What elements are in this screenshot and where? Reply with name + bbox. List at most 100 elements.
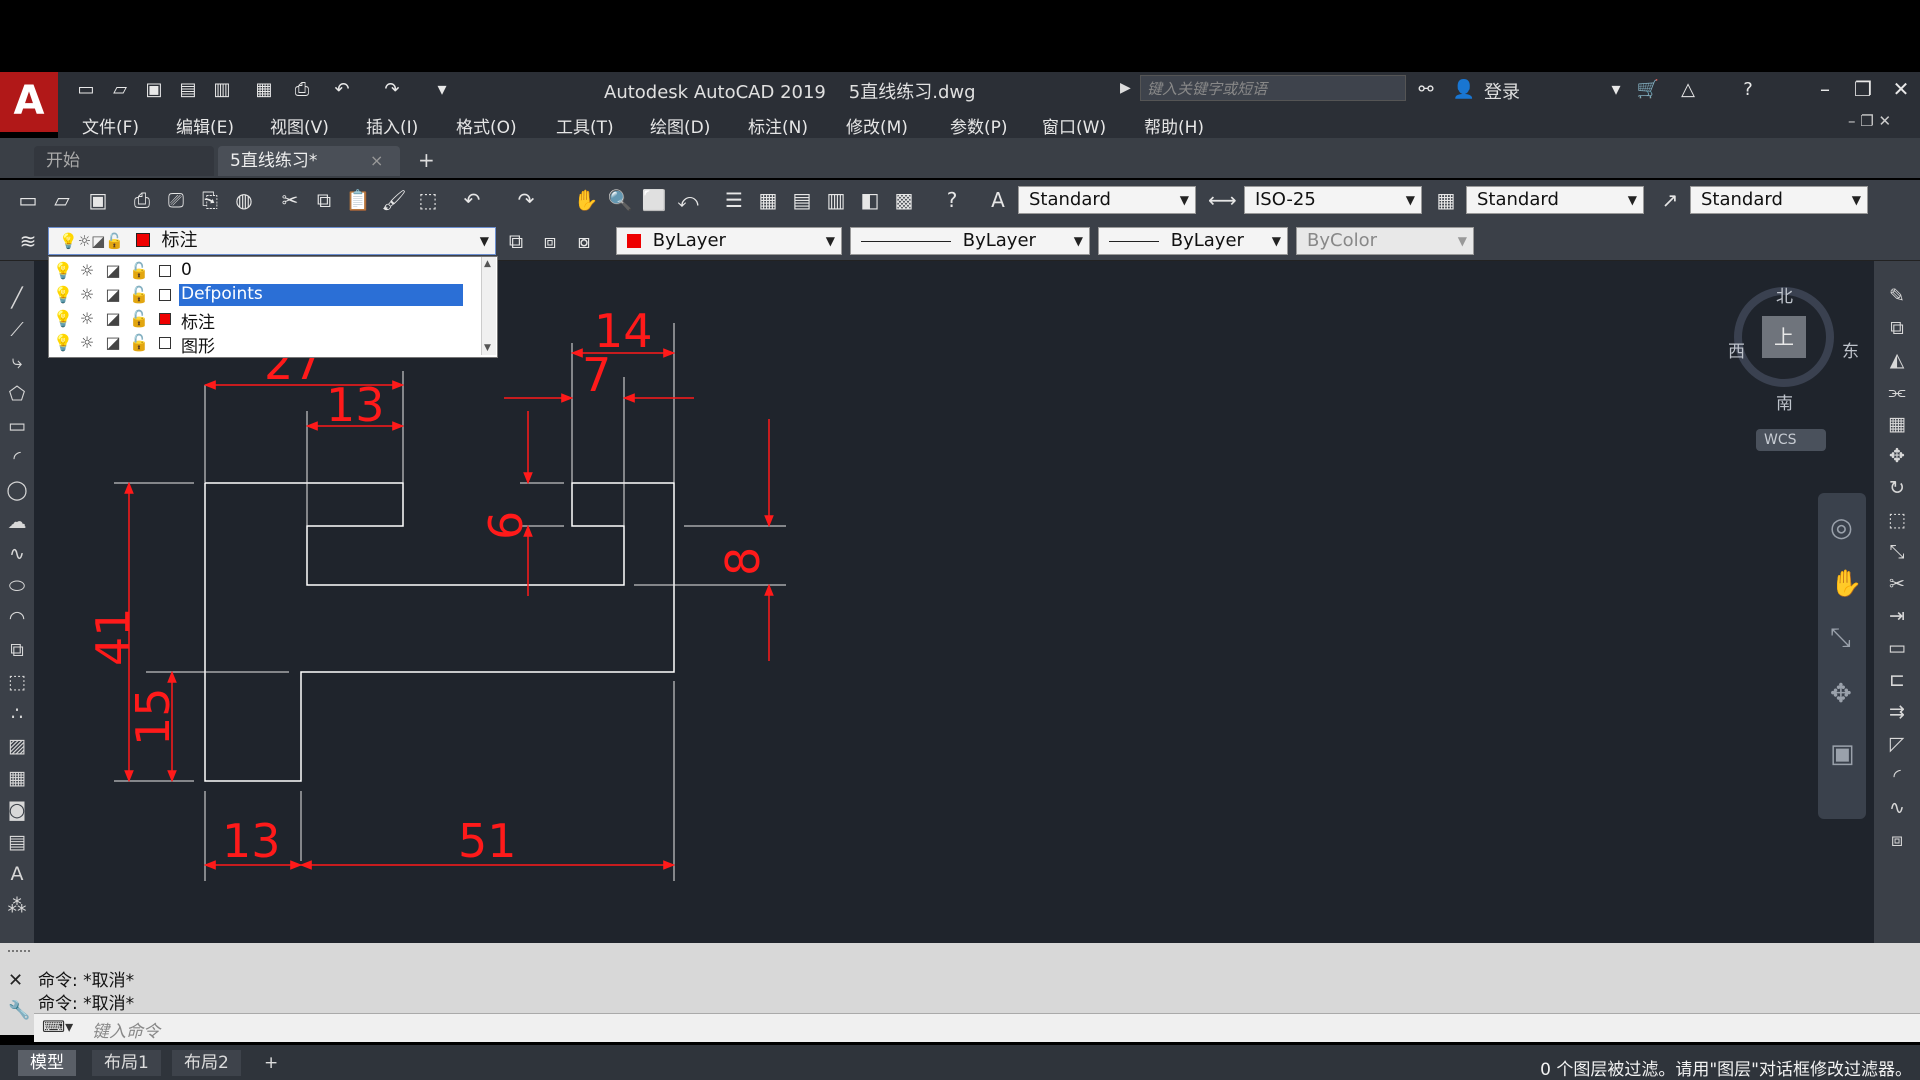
viewport-freeze-icon[interactable]: ◪ <box>103 285 123 305</box>
tab-model[interactable]: 模型 <box>18 1050 76 1076</box>
3d-print-icon[interactable]: ◍ <box>230 186 258 214</box>
array-icon[interactable]: ▦ <box>1882 410 1912 438</box>
lineweight-select[interactable]: ByLayer ▼ <box>1098 227 1288 255</box>
open-icon[interactable]: ▱ <box>48 186 76 214</box>
sun-thaw-icon[interactable]: ☼ <box>77 309 97 329</box>
polygon-icon[interactable]: ⬠ <box>2 380 32 408</box>
pan-icon[interactable]: ✋ <box>572 186 600 214</box>
lightbulb-on-icon[interactable]: 💡 <box>53 261 73 281</box>
menu-file[interactable]: 文件(F) <box>82 113 139 138</box>
unlock-icon[interactable]: 🔓 <box>129 285 149 305</box>
copy-icon[interactable]: ⧉ <box>310 186 338 214</box>
tool-palettes-icon[interactable]: ▤ <box>788 186 816 214</box>
mleader-style-select[interactable]: Standard ▼ <box>1690 186 1868 214</box>
application-menu-button[interactable]: A <box>0 72 58 132</box>
redo-toolbar-icon[interactable]: ↷ <box>512 186 540 214</box>
properties-icon[interactable]: ☰ <box>720 186 748 214</box>
pan-nav-icon[interactable]: ✋ <box>1830 569 1862 599</box>
layer-row-tuxing[interactable]: 💡 ☼ ◪ 🔓 图形 <box>49 331 479 357</box>
layer-properties-icon[interactable]: ≋ <box>14 227 42 255</box>
viewport-freeze-icon[interactable]: ◪ <box>103 309 123 329</box>
zoom-realtime-icon[interactable]: 🔍 <box>606 186 634 214</box>
menu-draw[interactable]: 绘图(D) <box>650 113 710 138</box>
menu-view[interactable]: 视图(V) <box>270 113 329 138</box>
trim-icon[interactable]: ✂ <box>1882 570 1912 598</box>
layer-select[interactable]: 💡☼◪🔓 标注 ▼ <box>48 227 496 255</box>
lightbulb-on-icon[interactable]: 💡 <box>53 333 73 353</box>
menu-insert[interactable]: 插入(I) <box>366 113 418 138</box>
command-input[interactable]: ⌨▾ 键入命令 <box>34 1013 1920 1042</box>
block-editor-icon[interactable]: ⬚ <box>414 186 442 214</box>
spline-icon[interactable]: ∿ <box>2 540 32 568</box>
calculator-icon[interactable]: ▩ <box>890 186 918 214</box>
showmotion-icon[interactable]: ▣ <box>1830 739 1855 769</box>
scale-icon[interactable]: ⬚ <box>1882 506 1912 534</box>
dim-style-select[interactable]: ISO-25 ▼ <box>1244 186 1422 214</box>
viewcube-east[interactable]: 东 <box>1842 337 1859 362</box>
explode-icon[interactable]: ⧈ <box>1882 826 1912 854</box>
blend-curves-icon[interactable]: ∿ <box>1882 794 1912 822</box>
break-icon[interactable]: ⊏ <box>1882 666 1912 694</box>
layer-row-defpoints[interactable]: 💡 ☼ ◪ 🔓 Defpoints <box>49 283 479 307</box>
layer-row-0[interactable]: 💡 ☼ ◪ 🔓 0 <box>49 259 479 283</box>
join-icon[interactable]: ⇉ <box>1882 698 1912 726</box>
multiline-text-icon[interactable]: A <box>2 860 32 888</box>
insert-block-icon[interactable]: ⧉ <box>2 636 32 664</box>
tab-layout2[interactable]: 布局2 <box>172 1050 241 1076</box>
plot-icon[interactable]: ⎙ <box>128 186 156 214</box>
linetype-select[interactable]: ByLayer ▼ <box>850 227 1090 255</box>
point-icon[interactable]: ∴ <box>2 700 32 728</box>
autodesk-a360-icon[interactable]: △ <box>1676 80 1700 100</box>
layer-row-biaozhu[interactable]: 💡 ☼ ◪ 🔓 标注 <box>49 307 479 333</box>
orbit-icon[interactable]: ✥ <box>1830 679 1852 709</box>
menu-window[interactable]: 窗口(W) <box>1042 113 1106 138</box>
viewcube-north[interactable]: 北 <box>1776 282 1793 307</box>
wcs-menu[interactable]: WCS <box>1756 429 1826 451</box>
erase-icon[interactable]: ✎ <box>1882 282 1912 310</box>
menu-tools[interactable]: 工具(T) <box>556 113 614 138</box>
construction-line-icon[interactable]: ⟋ <box>2 316 32 344</box>
close-command-icon[interactable]: ✕ <box>8 970 23 991</box>
cart-icon[interactable]: 🛒 <box>1636 80 1660 100</box>
viewcube-south[interactable]: 南 <box>1776 389 1793 414</box>
design-center-icon[interactable]: ▦ <box>754 186 782 214</box>
color-select[interactable]: ByLayer ▼ <box>616 227 842 255</box>
web-save-icon[interactable]: ▦ <box>252 80 276 100</box>
menu-modify[interactable]: 修改(M) <box>846 113 908 138</box>
line-icon[interactable]: ╱ <box>2 284 32 312</box>
tab-start[interactable]: 开始 <box>34 146 214 176</box>
extend-icon[interactable]: ⇥ <box>1882 602 1912 630</box>
close-button[interactable]: ✕ <box>1886 76 1916 102</box>
viewcube-west[interactable]: 西 <box>1728 337 1745 362</box>
new-file-icon[interactable]: ▭ <box>74 80 98 100</box>
minimize-button[interactable]: – <box>1810 76 1840 102</box>
viewport-freeze-icon[interactable]: ◪ <box>103 333 123 353</box>
binoculars-icon[interactable]: ⚯ <box>1414 80 1438 100</box>
help-toolbar-icon[interactable]: ? <box>938 186 966 214</box>
table-icon[interactable]: ▤ <box>2 828 32 856</box>
menu-edit[interactable]: 编辑(E) <box>176 113 234 138</box>
help-icon[interactable]: ? <box>1736 80 1760 100</box>
make-block-icon[interactable]: ⬚ <box>2 668 32 696</box>
menu-parameters[interactable]: 参数(P) <box>950 113 1008 138</box>
paste-icon[interactable]: 📋 <box>344 186 372 214</box>
login-link[interactable]: 登录 <box>1484 78 1520 104</box>
restore-button[interactable]: ❐ <box>1848 76 1878 102</box>
ellipse-arc-icon[interactable]: ◠ <box>2 604 32 632</box>
layer-dropdown-list[interactable]: 💡 ☼ ◪ 🔓 0 💡 ☼ ◪ 🔓 Defpoints 💡 ☼ ◪ 🔓 标注 💡… <box>48 256 498 358</box>
viewcube-top-face[interactable]: 上 <box>1762 316 1806 358</box>
mirror-icon[interactable]: ◭ <box>1882 346 1912 374</box>
menu-help[interactable]: 帮助(H) <box>1144 113 1204 138</box>
close-tab-icon[interactable]: × <box>370 151 383 170</box>
ellipse-icon[interactable]: ⬭ <box>2 572 32 600</box>
menu-format[interactable]: 格式(O) <box>456 113 517 138</box>
sheet-set-icon[interactable]: ▥ <box>822 186 850 214</box>
scroll-down-icon[interactable]: ▼ <box>484 343 491 353</box>
rotate-icon[interactable]: ↻ <box>1882 474 1912 502</box>
zoom-previous-icon[interactable]: ⤺ <box>674 186 702 214</box>
layer-state-icon[interactable]: ⧇ <box>570 227 598 255</box>
sun-thaw-icon[interactable]: ☼ <box>77 261 97 281</box>
polyline-icon[interactable]: ⤷ <box>2 348 32 376</box>
text-style-select[interactable]: Standard ▼ <box>1018 186 1196 214</box>
sun-thaw-icon[interactable]: ☼ <box>77 333 97 353</box>
